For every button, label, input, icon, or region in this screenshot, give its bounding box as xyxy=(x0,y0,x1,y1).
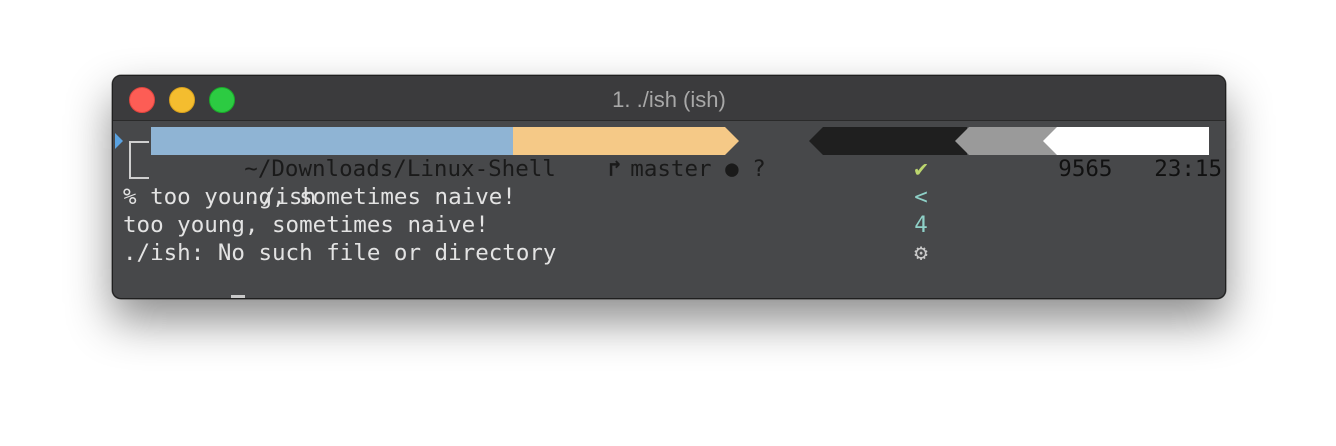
clock-time: 23:15:20 xyxy=(1154,156,1225,182)
prompt-symbol: % xyxy=(204,296,231,298)
git-status-text: master ● ? xyxy=(630,156,766,182)
path-segment: ~/Downloads/Linux-Shell xyxy=(151,127,556,182)
title-bar[interactable]: 1. ./ish (ish) xyxy=(113,76,1225,121)
time-segment: 23:15:20 xyxy=(1057,127,1225,182)
jobs-count: 4 xyxy=(914,212,928,238)
line-marker-icon xyxy=(115,133,123,149)
status-arrow xyxy=(809,127,823,155)
current-prompt-line[interactable]: % xyxy=(123,267,246,298)
text-cursor xyxy=(231,295,246,298)
jobs-chevron-icon: < xyxy=(914,184,928,210)
prompt-bracket-bottom xyxy=(129,157,149,179)
status-segment: ✔ < 4 ⚙ xyxy=(823,127,967,266)
history-arrow xyxy=(955,127,969,155)
git-arrow xyxy=(725,127,739,155)
time-arrow xyxy=(1043,127,1057,155)
output-line: % too young, sometimes naive! xyxy=(123,184,516,210)
output-line: ./ish: No such file or directory xyxy=(123,240,557,266)
command-line: ./ish xyxy=(167,155,316,210)
terminal-content[interactable]: ~/Downloads/Linux-Shell ↱ master ● ? ✔ < … xyxy=(113,121,1225,298)
git-branch-icon: ↱ xyxy=(608,156,622,182)
check-icon: ✔ xyxy=(914,156,928,182)
window-title: 1. ./ish (ish) xyxy=(612,87,726,112)
output-line: too young, sometimes naive! xyxy=(123,212,489,238)
gear-icon: ⚙ xyxy=(914,240,928,266)
terminal-window: 1. ./ish (ish) ~/Downloads/Linux-Shell ↱… xyxy=(112,75,1226,299)
git-segment: ↱ master ● ? xyxy=(513,127,766,182)
